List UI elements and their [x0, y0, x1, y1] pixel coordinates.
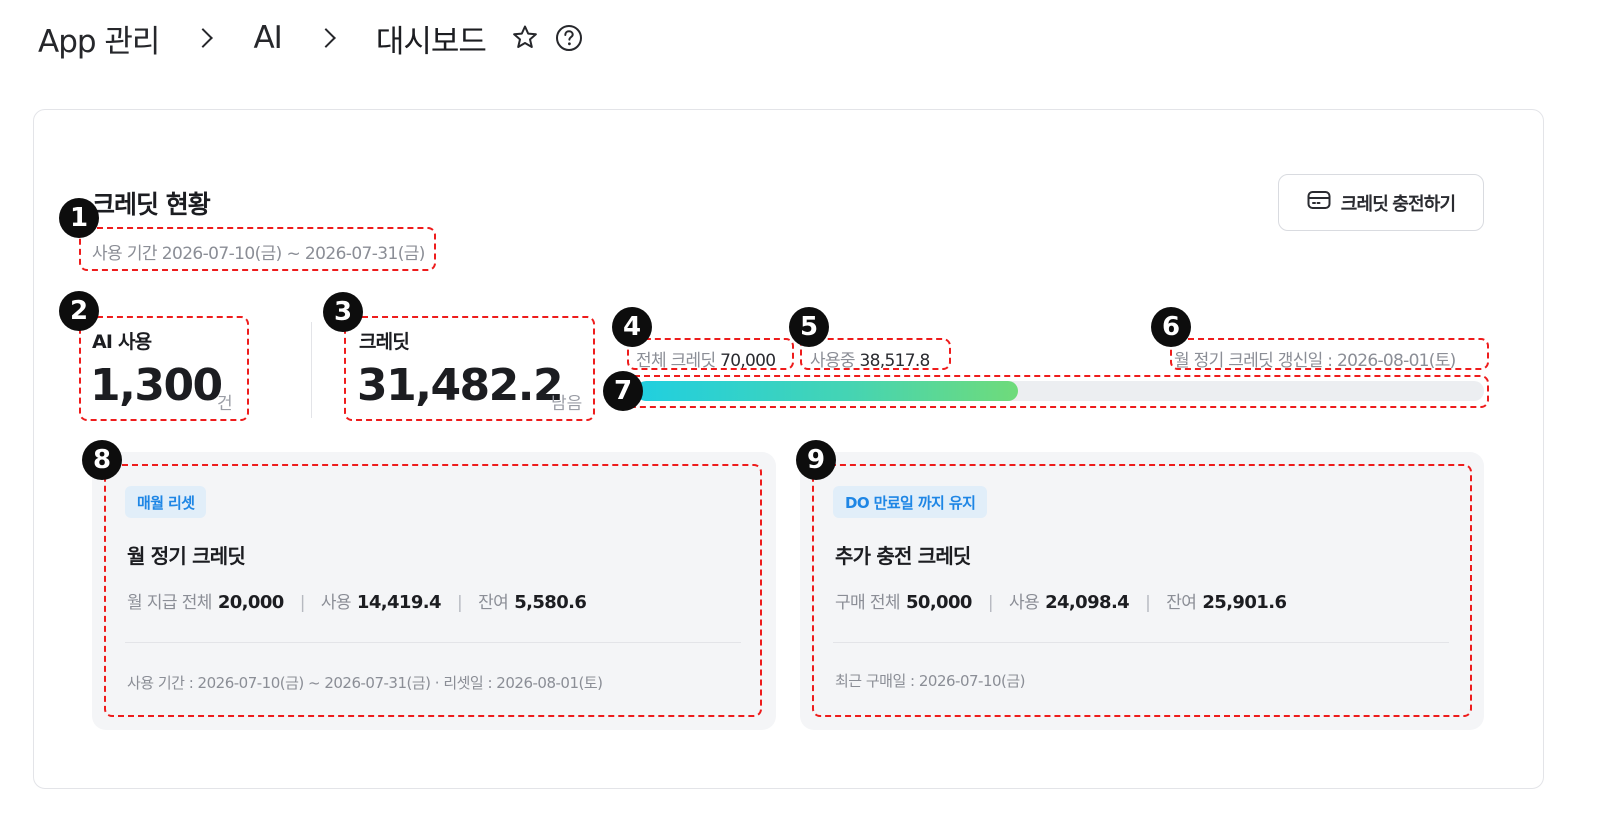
annotation-box-5	[800, 338, 951, 370]
charge-credit-label: 크레딧 충전하기	[1340, 193, 1456, 214]
annotation-box-8	[104, 464, 762, 717]
marker-1: 1	[59, 198, 99, 238]
page-title: 대시보드	[375, 23, 487, 60]
help-icon[interactable]	[554, 23, 584, 53]
annotation-box-7	[626, 375, 1489, 408]
marker-8: 8	[82, 440, 122, 480]
annotation-box-6	[1170, 338, 1489, 370]
annotation-box-1	[79, 227, 436, 271]
section-title: 크레딧 현황	[92, 190, 211, 219]
marker-3: 3	[323, 292, 363, 332]
annotation-box-3	[344, 316, 595, 421]
breadcrumb-ai[interactable]: AI	[253, 20, 282, 56]
breadcrumb-app-management[interactable]: App 관리	[38, 16, 160, 61]
marker-4: 4	[612, 307, 652, 347]
stat-divider	[311, 322, 312, 418]
breadcrumb: App 관리 AI 대시보드	[38, 16, 584, 60]
star-icon[interactable]	[510, 23, 540, 53]
annotation-box-2	[79, 316, 249, 421]
marker-7: 7	[603, 371, 643, 411]
title-actions	[510, 23, 584, 53]
marker-2: 2	[59, 291, 99, 331]
chevron-right-icon	[316, 27, 338, 49]
annotation-box-4	[627, 338, 794, 370]
charge-credit-button[interactable]: 크레딧 충전하기	[1278, 174, 1484, 231]
marker-6: 6	[1151, 307, 1191, 347]
marker-5: 5	[789, 307, 829, 347]
chevron-right-icon	[193, 27, 215, 49]
annotation-box-9	[812, 464, 1472, 717]
marker-9: 9	[796, 440, 836, 480]
credit-card-icon	[1307, 190, 1331, 215]
